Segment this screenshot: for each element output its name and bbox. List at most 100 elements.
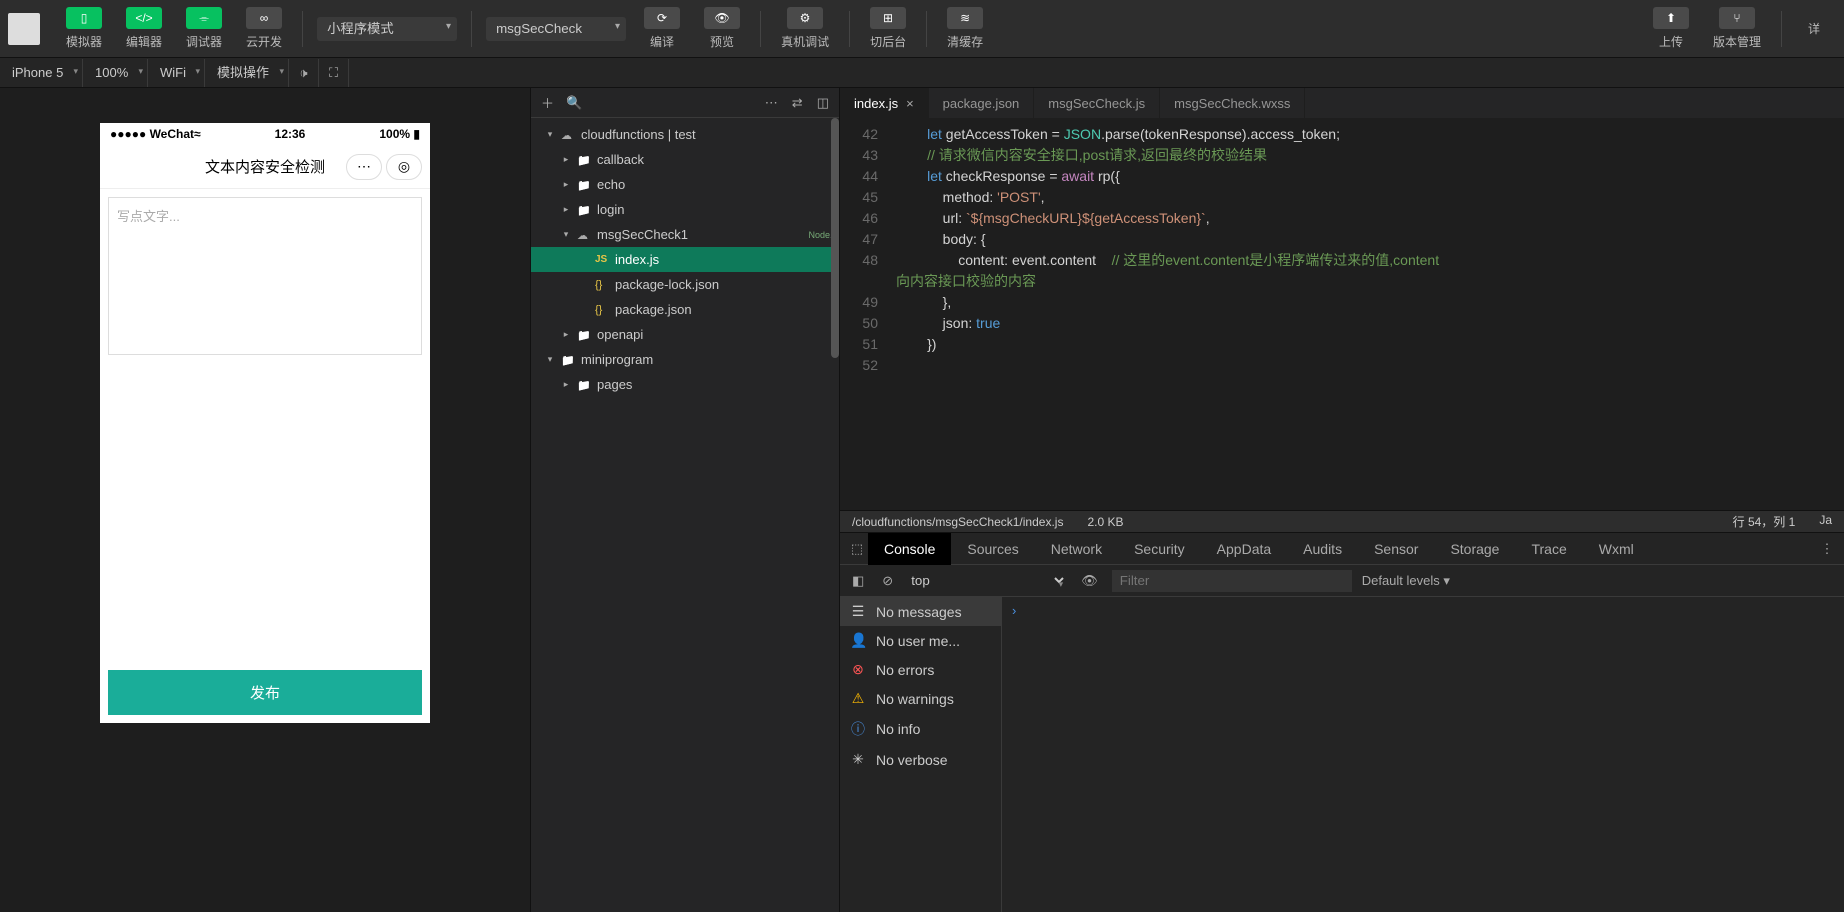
debugger-button[interactable]: ⌯ 调试器 — [176, 3, 232, 54]
tree-folder-openapi[interactable]: ▸openapi — [531, 322, 839, 347]
devtools-tab-storage[interactable]: Storage — [1434, 533, 1515, 565]
expand-icon[interactable]: ⛶ — [319, 59, 349, 87]
capsule-close-button[interactable]: ◎ — [386, 154, 422, 180]
compile-button[interactable]: ⟳ 编译 — [634, 3, 690, 54]
toggle-sidebar-icon[interactable]: ◧ — [848, 573, 868, 589]
background-icon: ⊞ — [883, 11, 893, 25]
wifi-icon: ≈ — [194, 127, 201, 141]
devtools-tab-sources[interactable]: Sources — [951, 533, 1034, 565]
divider — [471, 11, 472, 47]
tree-scrollbar[interactable] — [831, 118, 839, 358]
tree-file-package-json[interactable]: {}package.json — [531, 297, 839, 322]
language-mode[interactable]: Ja — [1819, 513, 1832, 530]
devtools-tab-console[interactable]: Console — [868, 533, 951, 565]
divider — [1781, 11, 1782, 47]
console-output[interactable]: › — [1002, 597, 1844, 912]
filter-warnings[interactable]: ⚠No warnings — [840, 684, 1001, 713]
filter-info[interactable]: ⓘNo info — [840, 713, 1001, 745]
filter-errors[interactable]: ⊗No errors — [840, 655, 1001, 684]
devtools-panel: ⬚ Console Sources Network Security AppDa… — [840, 532, 1844, 912]
tab-msgseccheck-wxss[interactable]: msgSecCheck.wxss — [1160, 88, 1305, 118]
layers-icon: ≋ — [960, 11, 970, 25]
eye-icon: 👁 — [714, 11, 729, 25]
tab-index-js[interactable]: index.js× — [840, 88, 929, 118]
background-button[interactable]: ⊞ 切后台 — [860, 3, 916, 54]
console-filter-input[interactable] — [1112, 570, 1352, 592]
upload-icon: ⬆ — [1666, 11, 1676, 25]
live-expr-icon[interactable]: 👁 — [1077, 573, 1102, 589]
devtools-tab-security[interactable]: Security — [1118, 533, 1201, 565]
close-icon[interactable]: × — [906, 96, 914, 111]
devtools-tab-appdata[interactable]: AppData — [1201, 533, 1287, 565]
cursor-position[interactable]: 行 54，列 1 — [1733, 513, 1796, 530]
user-avatar[interactable] — [8, 13, 40, 45]
file-explorer: ＋ 🔍 ⋯ ⇄ ◫ ▾cloudfunctions | test ▸callba… — [530, 88, 840, 912]
inspect-icon[interactable]: ⬚ — [846, 541, 868, 557]
new-file-icon[interactable]: ＋ — [541, 93, 554, 112]
mode-select[interactable]: 小程序模式 — [317, 17, 457, 41]
tree-file-index-js[interactable]: JSindex.js — [531, 247, 839, 272]
zoom-select[interactable]: 100% — [83, 59, 147, 87]
tree-folder-callback[interactable]: ▸callback — [531, 147, 839, 172]
tree-folder-miniprogram[interactable]: ▾miniprogram — [531, 347, 839, 372]
context-select[interactable]: top — [907, 572, 1067, 589]
mock-op-select[interactable]: 模拟操作 — [205, 59, 288, 87]
mute-icon[interactable]: 🕩 — [289, 59, 319, 87]
tree-folder-login[interactable]: ▸login — [531, 197, 839, 222]
devtools-more-icon[interactable]: ⋮ — [1816, 541, 1838, 557]
editor-button[interactable]: </> 编辑器 — [116, 3, 172, 54]
filter-user[interactable]: 👤No user me... — [840, 626, 1001, 655]
editor-tabs: index.js× package.json msgSecCheck.js ms… — [840, 88, 1844, 118]
cloud-dev-button[interactable]: ∞ 云开发 — [236, 3, 292, 54]
function-select[interactable]: msgSecCheck — [486, 17, 626, 41]
devtools-tab-network[interactable]: Network — [1035, 533, 1118, 565]
code-editor[interactable]: 42 let getAccessToken = JSON.parse(token… — [840, 118, 1844, 510]
tree-folder-cloudfunctions[interactable]: ▾cloudfunctions | test — [531, 122, 839, 147]
tree-folder-pages[interactable]: ▸pages — [531, 372, 839, 397]
refresh-icon: ⟳ — [657, 11, 667, 25]
console-sidebar: ☰No messages 👤No user me... ⊗No errors ⚠… — [840, 597, 1002, 912]
phone-time: 12:36 — [275, 127, 306, 141]
clear-console-icon[interactable]: ⊘ — [878, 573, 897, 589]
log-levels-select[interactable]: Default levels ▾ — [1362, 573, 1450, 589]
remote-debug-button[interactable]: ⚙ 真机调试 — [771, 3, 839, 54]
divider — [926, 11, 927, 47]
details-button[interactable]: 详 — [1792, 16, 1836, 41]
simulator-button[interactable]: ▯ 模拟器 — [56, 3, 112, 54]
simulator-pane: ●●●●● WeChat≈ 12:36 100% ▮ 文本内容安全检测 ⋯ ◎ … — [0, 88, 530, 912]
filter-messages[interactable]: ☰No messages — [840, 597, 1001, 626]
network-select[interactable]: WiFi — [148, 59, 204, 87]
devtools-tab-sensor[interactable]: Sensor — [1358, 533, 1434, 565]
divider — [760, 11, 761, 47]
tab-msgseccheck-js[interactable]: msgSecCheck.js — [1034, 88, 1160, 118]
search-icon[interactable]: 🔍 — [566, 95, 582, 111]
upload-button[interactable]: ⬆ 上传 — [1643, 3, 1699, 54]
version-button[interactable]: ⑂ 版本管理 — [1703, 3, 1771, 54]
phone-icon: ▯ — [81, 11, 88, 25]
settings-icon[interactable]: ⇄ — [792, 95, 803, 111]
divider — [302, 11, 303, 47]
devtools-tab-audits[interactable]: Audits — [1287, 533, 1358, 565]
bug-icon: ⌯ — [199, 11, 209, 26]
clear-cache-button[interactable]: ≋ 清缓存 — [937, 3, 993, 54]
tree-folder-echo[interactable]: ▸echo — [531, 172, 839, 197]
phone-nav: 文本内容安全检测 ⋯ ◎ — [100, 145, 430, 189]
split-icon[interactable]: ◫ — [817, 95, 829, 111]
cloud-icon: ∞ — [260, 11, 269, 25]
more-icon[interactable]: ⋯ — [765, 95, 778, 111]
tree-file-package-lock[interactable]: {}package-lock.json — [531, 272, 839, 297]
device-select[interactable]: iPhone 5 — [0, 59, 82, 87]
preview-button[interactable]: 👁 预览 — [694, 3, 750, 54]
content-textarea[interactable] — [108, 197, 422, 355]
publish-button[interactable]: 发布 — [108, 670, 422, 715]
editor-status-bar: /cloudfunctions/msgSecCheck1/index.js 2.… — [840, 510, 1844, 532]
carrier-label: ●●●●● WeChat — [110, 127, 194, 141]
filter-verbose[interactable]: ✳No verbose — [840, 745, 1001, 774]
capsule-menu-button[interactable]: ⋯ — [346, 154, 382, 180]
devtools-tab-trace[interactable]: Trace — [1515, 533, 1582, 565]
tree-folder-msgseccheck1[interactable]: ▾msgSecCheck1Node.js — [531, 222, 839, 247]
console-prompt: › — [1012, 603, 1016, 618]
tab-package-json[interactable]: package.json — [929, 88, 1035, 118]
top-toolbar: ▯ 模拟器 </> 编辑器 ⌯ 调试器 ∞ 云开发 小程序模式 msgSecCh… — [0, 0, 1844, 58]
devtools-tab-wxml[interactable]: Wxml — [1583, 533, 1650, 565]
